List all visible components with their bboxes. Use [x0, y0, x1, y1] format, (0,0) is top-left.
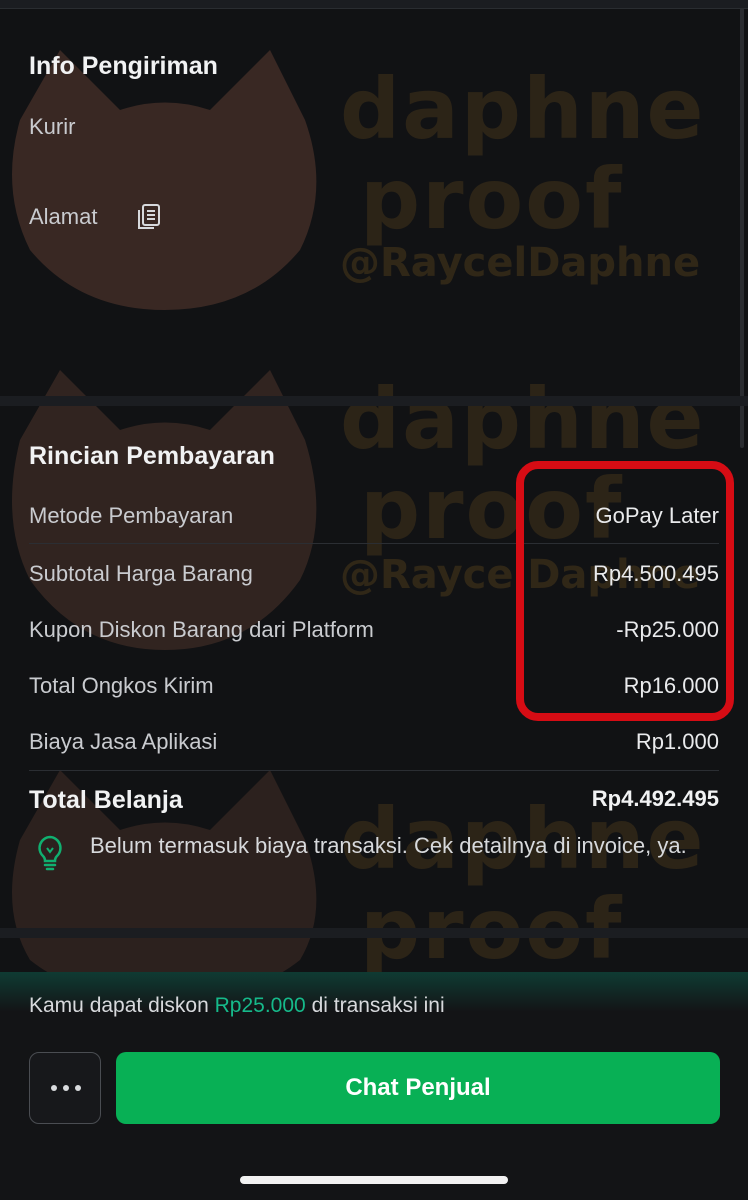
row-divider: [29, 770, 719, 771]
app-fee-value: Rp1.000: [635, 729, 719, 754]
total-label: Total Belanja: [29, 786, 183, 814]
shipping-cost-label: Total Ongkos Kirim: [29, 673, 214, 698]
courier-label: Kurir: [29, 114, 76, 139]
more-dots-icon: [63, 1085, 69, 1091]
copy-icon[interactable]: [136, 203, 162, 231]
lightbulb-icon: [38, 835, 62, 871]
red-highlight-box: [516, 461, 734, 721]
section-divider: [0, 928, 748, 938]
scrollbar[interactable]: [740, 8, 744, 448]
promo-prefix: Kamu dapat diskon: [29, 994, 209, 1017]
promo-suffix: di transaksi ini: [311, 994, 445, 1017]
total-value: Rp4.492.495: [591, 786, 719, 811]
coupon-label: Kupon Diskon Barang dari Platform: [29, 617, 374, 642]
subtotal-label: Subtotal Harga Barang: [29, 561, 253, 586]
more-options-button[interactable]: [29, 1052, 101, 1124]
shipping-section-title: Info Pengiriman: [29, 52, 218, 80]
more-dots-icon: [51, 1085, 57, 1091]
address-label: Alamat: [29, 204, 98, 229]
watermark-handle: @RaycelDaphne: [340, 240, 701, 286]
home-indicator[interactable]: [240, 1176, 508, 1184]
more-dots-icon: [75, 1085, 81, 1091]
payment-section-title: Rincian Pembayaran: [29, 442, 275, 470]
top-strip: [0, 0, 748, 9]
promo-text: Kamu dapat diskon Rp25.000 di transaksi …: [29, 994, 445, 1018]
section-divider: [0, 396, 748, 406]
app-fee-label: Biaya Jasa Aplikasi: [29, 729, 218, 754]
watermark-word: daphne: [340, 60, 706, 158]
chat-seller-button[interactable]: Chat Penjual: [116, 1052, 720, 1124]
watermark-word: proof: [360, 150, 624, 248]
payment-method-label: Metode Pembayaran: [29, 503, 234, 528]
watermark-word: daphne: [340, 370, 706, 468]
transaction-note: Belum termasuk biaya transaksi. Cek deta…: [90, 833, 687, 858]
promo-amount: Rp25.000: [214, 994, 306, 1017]
watermark-cat-icon: [12, 50, 317, 310]
